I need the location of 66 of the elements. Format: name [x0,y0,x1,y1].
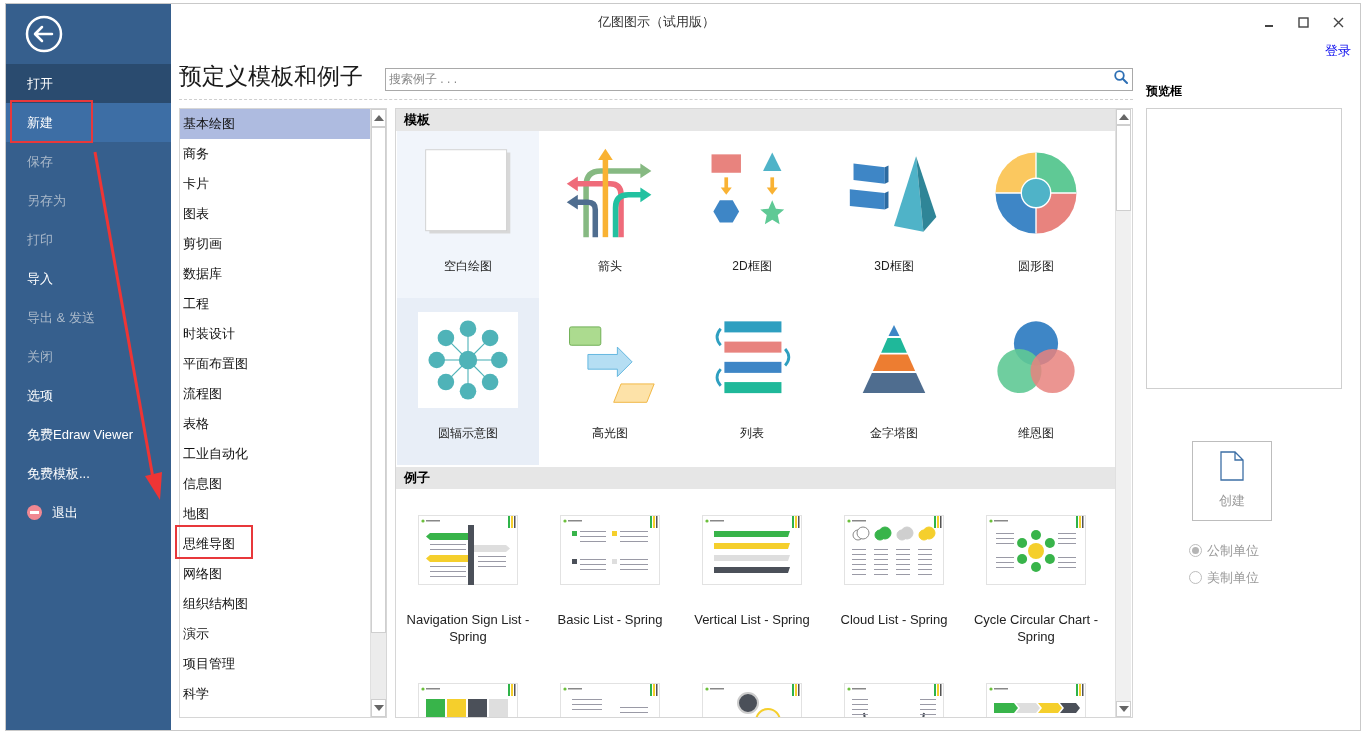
category-item[interactable]: 科学 [180,679,371,709]
sidebar-item[interactable]: 免费模板... [6,454,171,493]
template-tile[interactable]: 高光图 [539,298,681,465]
exit-icon [27,505,42,520]
category-item[interactable]: 剪切画 [180,229,371,259]
login-link[interactable]: 登录 [1325,41,1351,61]
sidebar-item[interactable]: 打开 [6,64,171,103]
category-item[interactable]: 组织结构图 [180,589,371,619]
template-tile[interactable]: 2D框图 [681,131,823,298]
category-item[interactable]: 时装设计 [180,319,371,349]
caret-up-icon [1118,114,1129,120]
category-item[interactable]: 流程图 [180,379,371,409]
template-tile[interactable]: 圆形图 [965,131,1107,298]
example-tile[interactable]: Cloud List - Spring [823,489,965,657]
category-item[interactable]: 平面布置图 [180,349,371,379]
maximize-icon [1298,16,1309,28]
template-tile[interactable]: 圆辐示意图 [397,298,539,465]
template-tile[interactable]: 箭头 [539,131,681,298]
minimize-icon [1264,25,1273,27]
preview-label: 预览框 [1146,83,1182,100]
example-tile[interactable]: Cycle Circular Chart - Spring [965,489,1107,657]
category-item[interactable]: 网络图 [180,559,371,589]
category-item[interactable]: 表格 [180,409,371,439]
category-item[interactable]: 基本绘图 [180,109,371,139]
example-tile[interactable]: Navigation Sign List - Spring [397,489,539,657]
caret-up-icon [373,115,384,121]
sidebar-item[interactable]: 退出 [6,493,171,532]
close-icon [1333,16,1344,28]
category-item[interactable]: 卡片 [180,169,371,199]
back-icon[interactable] [25,15,63,53]
document-icon [1220,451,1244,482]
scroll-down-button[interactable] [1116,701,1131,717]
sidebar-item[interactable]: 选项 [6,376,171,415]
scroll-up-button[interactable] [371,109,386,127]
category-item[interactable]: 项目管理 [180,649,371,679]
sidebar-item[interactable]: 新建 [6,103,171,142]
template-tile[interactable]: 维恩图 [965,298,1107,465]
window-title: 亿图图示（试用版） [597,13,715,32]
scroll-down-button[interactable] [371,699,386,717]
category-item[interactable]: 工业自动化 [180,439,371,469]
category-item[interactable]: 演示 [180,619,371,649]
template-tile[interactable]: 3D框图 [823,131,965,298]
page-heading: 预定义模板和例子 [179,62,363,91]
category-item[interactable]: 数据库 [180,259,371,289]
example-tile[interactable]: Basic List - Spring [539,489,681,657]
category-item[interactable]: 地图 [180,499,371,529]
section-heading: 例子 [396,467,1115,489]
caret-down-icon [1118,706,1129,712]
template-tile[interactable]: 金字塔图 [823,298,965,465]
scrollbar-thumb[interactable] [371,127,386,633]
sidebar-item[interactable]: 免费Edraw Viewer [6,415,171,454]
scroll-up-button[interactable] [1116,109,1131,125]
category-item[interactable]: 信息图 [180,469,371,499]
sidebar-item[interactable]: 导入 [6,259,171,298]
template-tile[interactable]: 空白绘图 [397,131,539,298]
category-item[interactable]: 工程 [180,289,371,319]
template-tile[interactable]: 列表 [681,298,823,465]
section-heading: 模板 [396,109,1115,131]
scrollbar-thumb[interactable] [1116,125,1131,211]
search-icon[interactable] [1114,70,1128,84]
category-item[interactable]: 商务 [180,139,371,169]
example-tile[interactable]: Vertical List - Spring [681,489,823,657]
category-item[interactable]: 图表 [180,199,371,229]
search-field[interactable]: 搜索例子 . . . [385,67,1133,91]
category-item[interactable]: 思维导图 [180,529,371,559]
caret-down-icon [373,705,384,711]
